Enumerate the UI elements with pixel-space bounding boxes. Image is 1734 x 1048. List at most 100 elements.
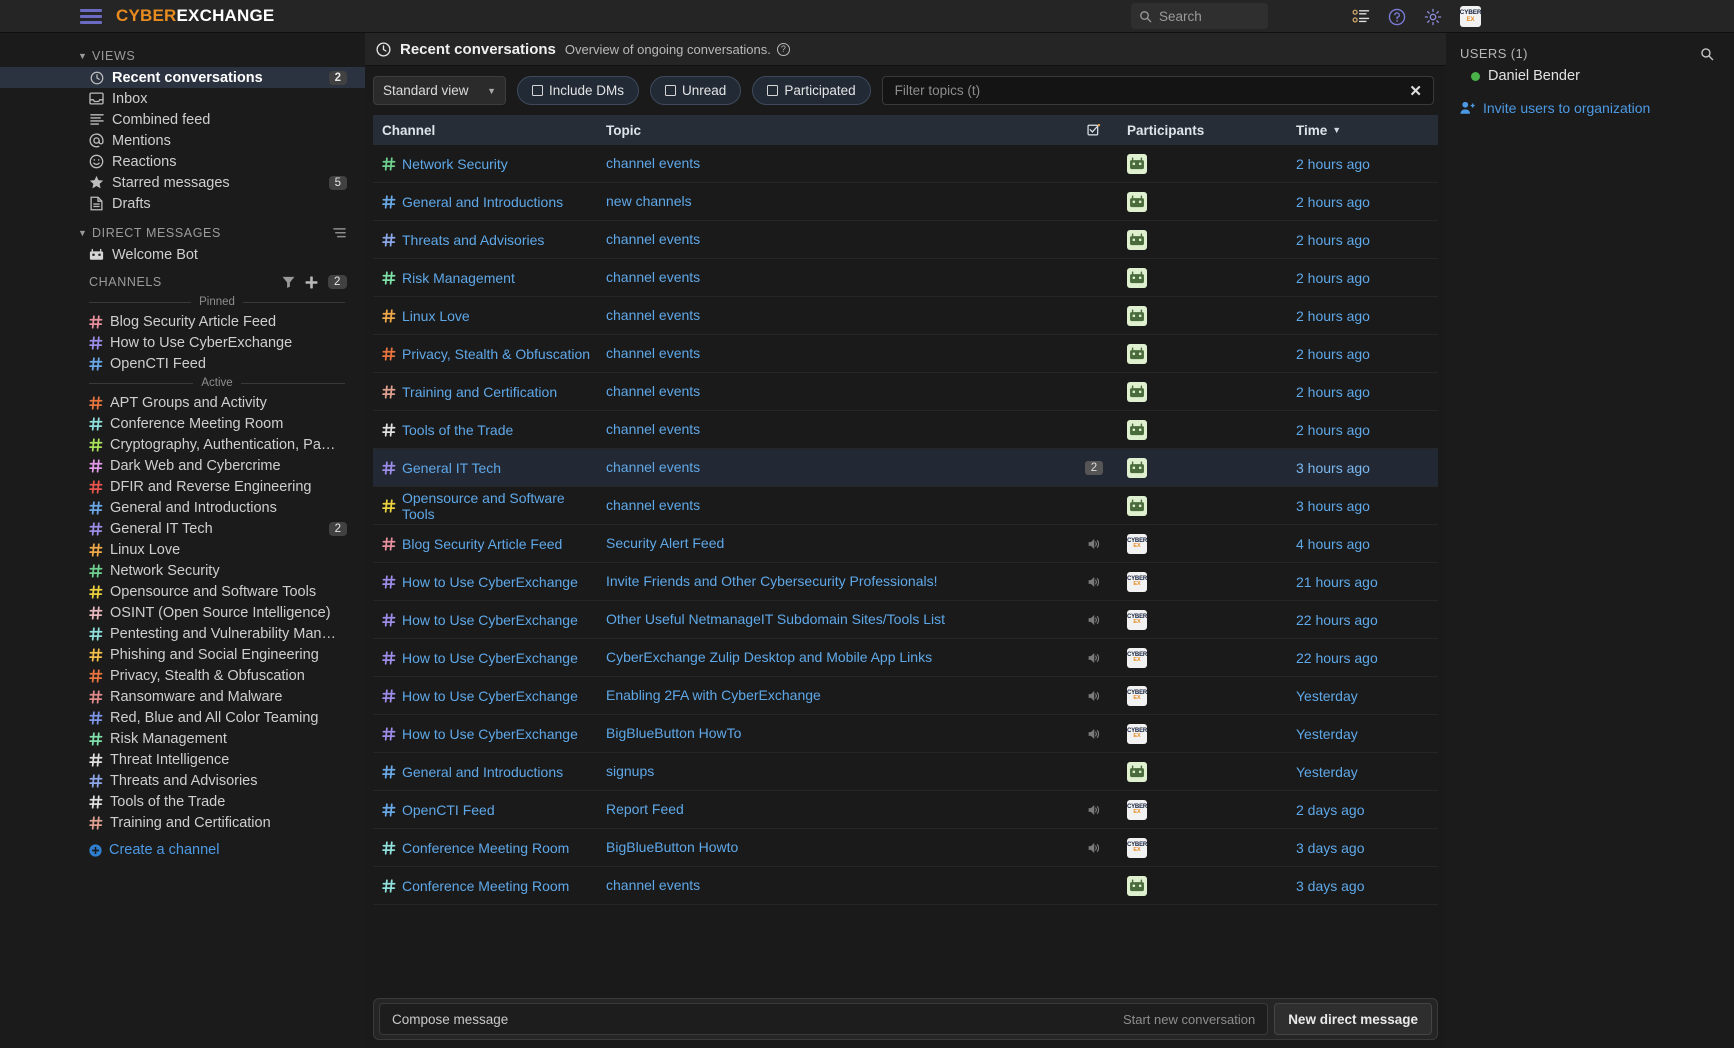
row-topic[interactable]: channel events	[598, 416, 1067, 443]
row-topic[interactable]: Report Feed	[598, 796, 1067, 823]
table-row[interactable]: Conference Meeting RoomBigBlueButton How…	[373, 829, 1438, 867]
row-topic[interactable]: BigBlueButton Howto	[598, 834, 1067, 861]
channel-item[interactable]: Red, Blue and All Color Teaming	[0, 707, 365, 728]
add-channel-icon[interactable]	[305, 276, 318, 289]
row-channel[interactable]: Conference Meeting Room	[373, 878, 598, 894]
channel-item[interactable]: Pentesting and Vulnerability Man…	[0, 623, 365, 644]
user-list-icon[interactable]	[1352, 9, 1370, 25]
table-row[interactable]: General and Introductionsnew channels2 h…	[373, 183, 1438, 221]
checkbox-icon[interactable]	[767, 85, 778, 96]
channel-item[interactable]: Ransomware and Malware	[0, 686, 365, 707]
table-row[interactable]: Risk Managementchannel events2 hours ago	[373, 259, 1438, 297]
table-row[interactable]: Linux Lovechannel events2 hours ago	[373, 297, 1438, 335]
row-topic[interactable]: Security Alert Feed	[598, 530, 1067, 557]
row-topic[interactable]: channel events	[598, 264, 1067, 291]
filter-icon[interactable]	[282, 276, 295, 288]
channel-item[interactable]: General and Introductions	[0, 497, 365, 518]
table-row[interactable]: How to Use CyberExchangeEnabling 2FA wit…	[373, 677, 1438, 715]
channel-item[interactable]: APT Groups and Activity	[0, 392, 365, 413]
channels-section-header[interactable]: CHANNELS 2	[0, 265, 365, 293]
user-search-icon[interactable]	[1700, 47, 1714, 61]
row-channel[interactable]: How to Use CyberExchange	[373, 650, 598, 666]
table-row[interactable]: Training and Certificationchannel events…	[373, 373, 1438, 411]
row-channel[interactable]: Training and Certification	[373, 384, 598, 400]
column-header-channel[interactable]: Channel	[373, 123, 598, 138]
channel-item[interactable]: DFIR and Reverse Engineering	[0, 476, 365, 497]
channel-item[interactable]: Phishing and Social Engineering	[0, 644, 365, 665]
filter-include-dms[interactable]: Include DMs	[517, 76, 639, 105]
row-topic[interactable]: channel events	[598, 492, 1067, 519]
column-header-topic[interactable]: Topic	[598, 123, 1067, 138]
checkbox-icon[interactable]	[532, 85, 543, 96]
channel-item[interactable]: OpenCTI Feed	[0, 353, 365, 374]
row-topic[interactable]: channel events	[598, 454, 1067, 481]
sidebar-item-mentions[interactable]: Mentions	[0, 130, 365, 151]
checkbox-icon[interactable]	[665, 85, 676, 96]
help-icon[interactable]	[1388, 8, 1406, 26]
row-channel[interactable]: How to Use CyberExchange	[373, 574, 598, 590]
row-topic[interactable]: channel events	[598, 340, 1067, 367]
row-topic[interactable]: channel events	[598, 872, 1067, 899]
hamburger-menu-icon[interactable]	[80, 9, 102, 24]
row-channel[interactable]: General and Introductions	[373, 764, 598, 780]
channel-item[interactable]: Dark Web and Cybercrime	[0, 455, 365, 476]
row-topic[interactable]: BigBlueButton HowTo	[598, 720, 1067, 747]
row-topic[interactable]: CyberExchange Zulip Desktop and Mobile A…	[598, 644, 1067, 671]
table-row[interactable]: How to Use CyberExchangeInvite Friends a…	[373, 563, 1438, 601]
row-channel[interactable]: OpenCTI Feed	[373, 802, 598, 818]
avatar[interactable]: CYBER EX	[1460, 6, 1481, 27]
channel-item[interactable]: Tools of the Trade	[0, 791, 365, 812]
sidebar-item-combined-feed[interactable]: Combined feed	[0, 109, 365, 130]
clear-filter-icon[interactable]: ✕	[1409, 82, 1422, 100]
new-direct-message-button[interactable]: New direct message	[1274, 1003, 1432, 1035]
table-row[interactable]: How to Use CyberExchangeOther Useful Net…	[373, 601, 1438, 639]
views-section-header[interactable]: ▼ VIEWS	[0, 45, 365, 67]
channel-item[interactable]: Risk Management	[0, 728, 365, 749]
sidebar-item-inbox[interactable]: Inbox	[0, 88, 365, 109]
row-channel[interactable]: Opensource and Software Tools	[373, 490, 598, 522]
table-row[interactable]: How to Use CyberExchangeCyberExchange Zu…	[373, 639, 1438, 677]
invite-users-button[interactable]: Invite users to organization	[1446, 88, 1734, 120]
filter-unread[interactable]: Unread	[650, 76, 741, 105]
compose-message-input[interactable]: Compose message Start new conversation	[379, 1003, 1268, 1035]
sidebar-item-starred-messages[interactable]: Starred messages5	[0, 172, 365, 193]
dm-item-welcome-bot[interactable]: Welcome Bot	[0, 244, 365, 265]
row-channel[interactable]: Threats and Advisories	[373, 232, 598, 248]
row-topic[interactable]: channel events	[598, 150, 1067, 177]
row-channel[interactable]: Linux Love	[373, 308, 598, 324]
channel-item[interactable]: Cryptography, Authentication, Pa…	[0, 434, 365, 455]
row-topic[interactable]: channel events	[598, 226, 1067, 253]
view-select[interactable]: Standard view ▼	[373, 76, 506, 105]
row-topic[interactable]: channel events	[598, 378, 1067, 405]
table-row[interactable]: Privacy, Stealth & Obfuscationchannel ev…	[373, 335, 1438, 373]
table-row[interactable]: Blog Security Article FeedSecurity Alert…	[373, 525, 1438, 563]
table-row[interactable]: How to Use CyberExchangeBigBlueButton Ho…	[373, 715, 1438, 753]
row-channel[interactable]: Privacy, Stealth & Obfuscation	[373, 346, 598, 362]
row-channel[interactable]: Network Security	[373, 156, 598, 172]
sidebar-item-reactions[interactable]: Reactions	[0, 151, 365, 172]
table-row[interactable]: Network Securitychannel events2 hours ag…	[373, 145, 1438, 183]
topic-filter-input[interactable]: Filter topics (t) ✕	[882, 76, 1434, 105]
table-row[interactable]: Conference Meeting Roomchannel events3 d…	[373, 867, 1438, 905]
table-row[interactable]: Tools of the Tradechannel events2 hours …	[373, 411, 1438, 449]
column-header-time[interactable]: Time ▼	[1296, 123, 1438, 138]
direct-messages-section-header[interactable]: ▼ DIRECT MESSAGES	[0, 222, 365, 244]
column-header-participants[interactable]: Participants	[1121, 123, 1296, 138]
dm-options-icon[interactable]	[332, 227, 347, 239]
row-channel[interactable]: How to Use CyberExchange	[373, 612, 598, 628]
create-channel-button[interactable]: Create a channel	[0, 833, 365, 862]
channel-item[interactable]: Threat Intelligence	[0, 749, 365, 770]
table-row[interactable]: OpenCTI FeedReport FeedCYBEREX2 days ago	[373, 791, 1438, 829]
channel-item[interactable]: Training and Certification	[0, 812, 365, 833]
search-input[interactable]: Search	[1131, 3, 1268, 29]
user-list-item[interactable]: Daniel Bender	[1446, 64, 1734, 88]
channel-item[interactable]: How to Use CyberExchange	[0, 332, 365, 353]
app-logo[interactable]: CYBEREXCHANGE	[116, 6, 274, 26]
row-topic[interactable]: new channels	[598, 188, 1067, 215]
table-row[interactable]: General and IntroductionssignupsYesterda…	[373, 753, 1438, 791]
sidebar-item-recent-conversations[interactable]: Recent conversations2	[0, 67, 365, 88]
channel-item[interactable]: Conference Meeting Room	[0, 413, 365, 434]
row-topic[interactable]: channel events	[598, 302, 1067, 329]
row-topic[interactable]: signups	[598, 758, 1067, 785]
row-channel[interactable]: How to Use CyberExchange	[373, 726, 598, 742]
